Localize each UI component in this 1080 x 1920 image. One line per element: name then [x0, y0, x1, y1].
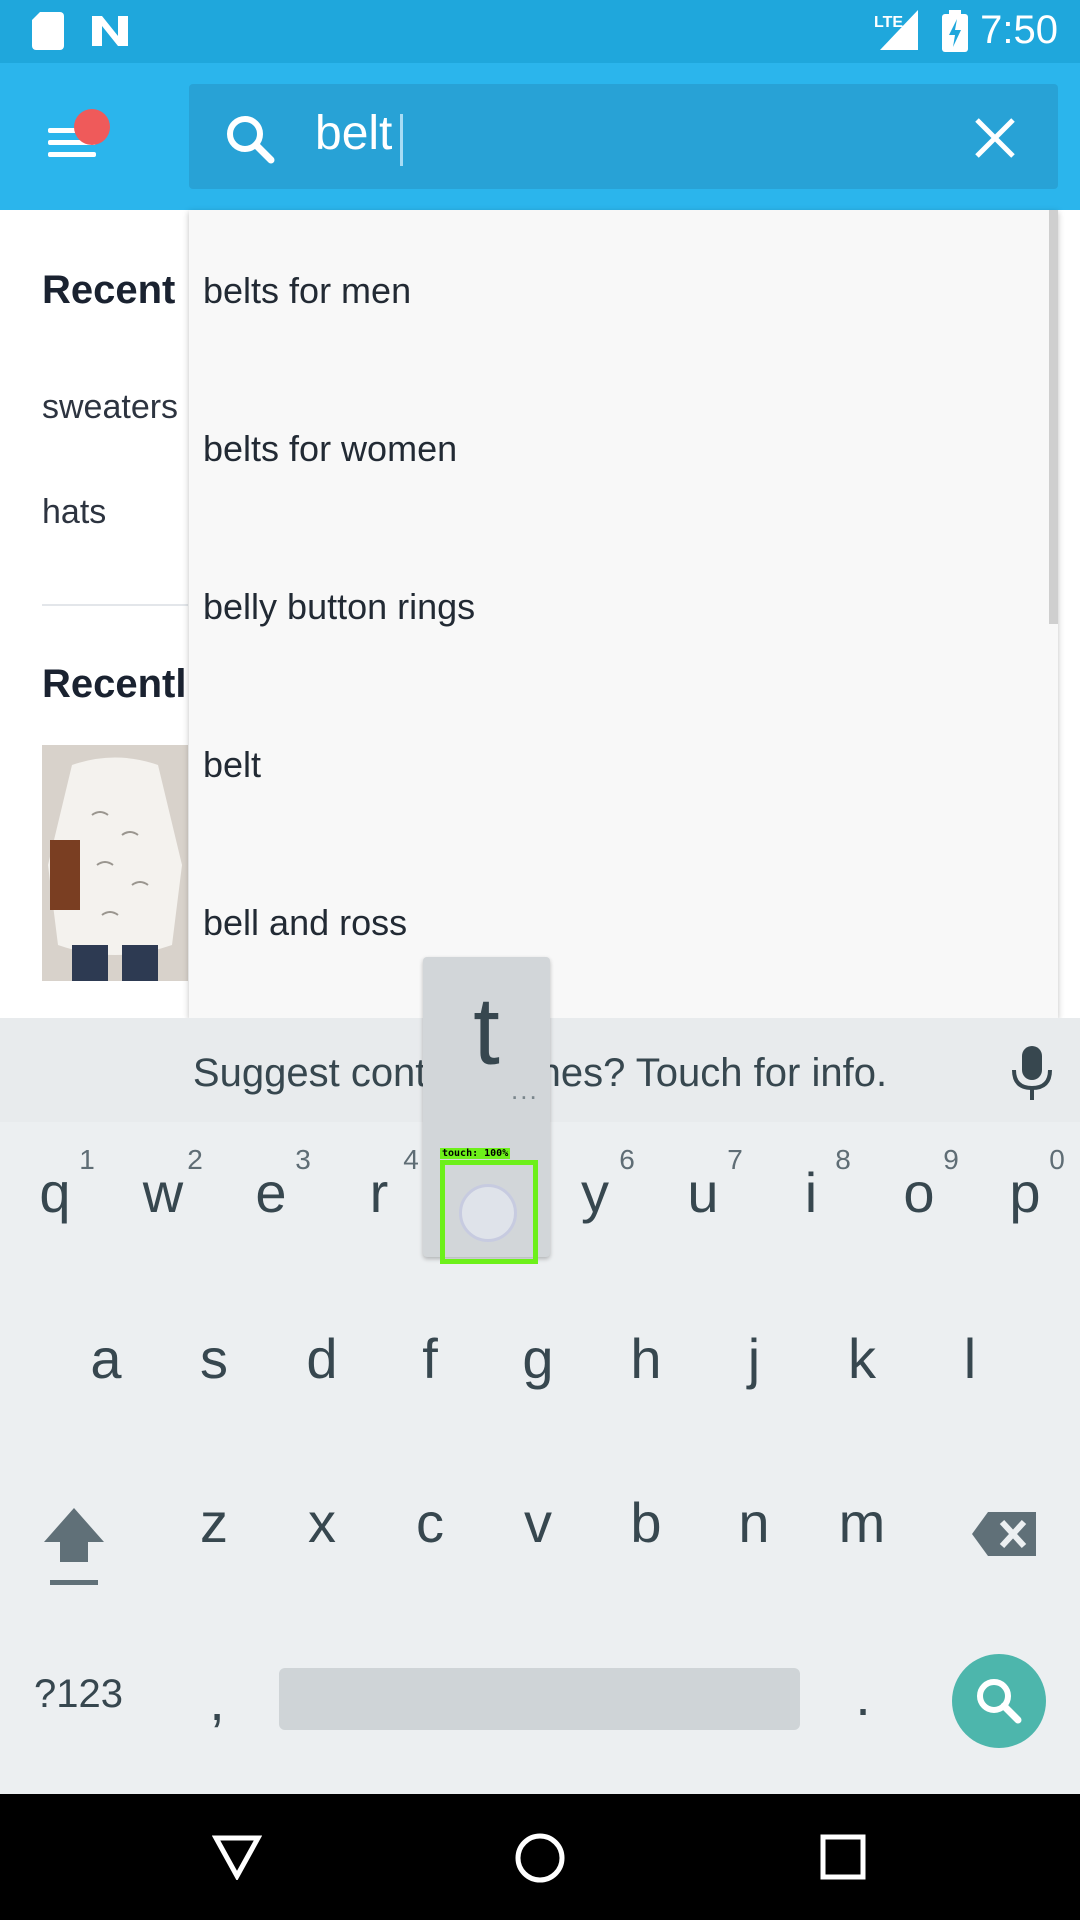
search-icon	[227, 116, 275, 164]
key-hint-2: 2	[187, 1144, 203, 1175]
search-icon	[977, 1679, 1022, 1724]
suggestion-item[interactable]: belt	[203, 744, 261, 786]
key-c[interactable]: c	[385, 1490, 475, 1555]
sd-card-icon	[32, 12, 64, 50]
suggestion-item[interactable]: belly button rings	[203, 586, 475, 628]
scrollbar[interactable]	[1049, 210, 1058, 624]
recently-viewed-heading: Recentl	[42, 662, 187, 706]
key-f[interactable]: f	[385, 1326, 475, 1391]
shift-arrow-icon	[44, 1508, 104, 1585]
search-key[interactable]	[952, 1654, 1046, 1748]
product-thumbnail[interactable]	[42, 745, 188, 981]
space-bar[interactable]	[279, 1668, 800, 1730]
key-hint-1: 1	[79, 1144, 95, 1175]
more-keys-indicator: ...	[511, 1075, 539, 1105]
microphone-icon[interactable]	[1010, 1046, 1054, 1102]
key-j[interactable]: j	[709, 1326, 799, 1391]
suggestion-item[interactable]: bell and ross	[203, 902, 407, 944]
symbols-key[interactable]: ?123	[34, 1672, 123, 1717]
key-x[interactable]: x	[277, 1490, 367, 1555]
shift-key[interactable]	[42, 1506, 106, 1590]
key-g[interactable]: g	[493, 1326, 583, 1391]
recents-square-icon	[820, 1834, 866, 1880]
touch-indicator-box	[440, 1160, 538, 1264]
recent-searches-heading: Recent	[42, 268, 176, 312]
recents-button[interactable]	[820, 1834, 866, 1880]
key-m[interactable]: m	[817, 1490, 907, 1555]
period-key[interactable]: .	[818, 1663, 908, 1728]
app-bar: belt	[0, 63, 1080, 210]
search-bar[interactable]: belt	[189, 84, 1058, 189]
search-input[interactable]: belt	[315, 106, 392, 161]
key-hint-9: 9	[943, 1144, 959, 1175]
key-d[interactable]: d	[277, 1326, 367, 1391]
clock: 7:50	[980, 8, 1058, 52]
key-hint-7: 7	[727, 1144, 743, 1175]
notification-dot	[74, 109, 110, 145]
key-k[interactable]: k	[817, 1326, 907, 1391]
recent-search-item[interactable]: sweaters	[42, 388, 178, 427]
comma-key[interactable]: ,	[172, 1668, 262, 1733]
product-image	[42, 745, 188, 981]
key-n[interactable]: n	[709, 1490, 799, 1555]
back-triangle-icon	[212, 1835, 262, 1880]
signal-icon	[880, 10, 918, 50]
key-hint-0: 0	[1049, 1144, 1065, 1175]
key-hint-6: 6	[619, 1144, 635, 1175]
home-button[interactable]	[514, 1832, 566, 1884]
clear-search-button[interactable]	[971, 114, 1019, 162]
suggestion-item[interactable]: belts for women	[203, 428, 457, 470]
backspace-icon	[972, 1512, 1036, 1556]
back-button[interactable]	[212, 1834, 262, 1880]
touch-indicator-label: touch: 100%	[440, 1148, 511, 1159]
key-s[interactable]: s	[169, 1326, 259, 1391]
menu-button[interactable]	[40, 109, 110, 173]
suggestion-item[interactable]: belts for men	[203, 270, 411, 312]
key-z[interactable]: z	[169, 1490, 259, 1555]
key-hint-3: 3	[295, 1144, 311, 1175]
key-a[interactable]: a	[61, 1326, 151, 1391]
text-cursor	[400, 114, 403, 166]
battery-charging-icon	[942, 10, 968, 52]
navigation-bar	[0, 1794, 1080, 1920]
backspace-key[interactable]	[970, 1510, 1040, 1558]
recent-search-item[interactable]: hats	[42, 493, 106, 532]
key-hint-4: 4	[403, 1144, 419, 1175]
key-v[interactable]: v	[493, 1490, 583, 1555]
key-hint-8: 8	[835, 1144, 851, 1175]
status-bar: LTE 7:50	[0, 0, 1080, 63]
key-b[interactable]: b	[601, 1490, 691, 1555]
search-suggestions-dropdown: belts for men belts for women belly butt…	[189, 210, 1058, 1018]
key-h[interactable]: h	[601, 1326, 691, 1391]
key-preview-letter: t	[473, 978, 500, 1085]
key-l[interactable]: l	[925, 1326, 1015, 1391]
close-icon	[975, 118, 1015, 158]
divider	[42, 604, 188, 606]
home-circle-icon	[515, 1833, 565, 1883]
n-notification-icon	[92, 16, 128, 46]
